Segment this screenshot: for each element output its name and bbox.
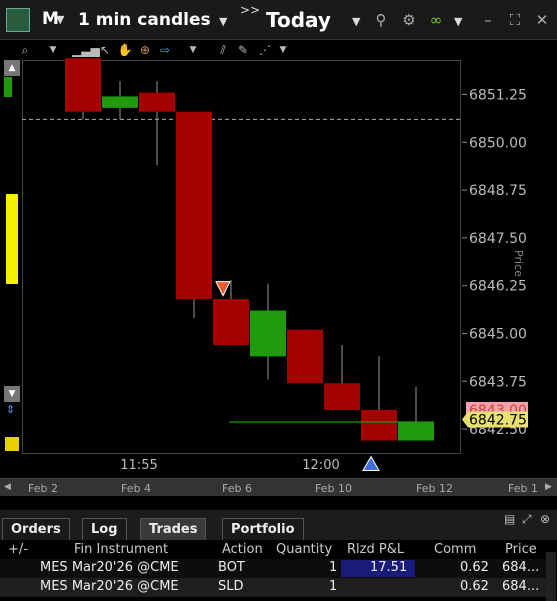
column-header[interactable]: Rlzd P&L (347, 542, 404, 557)
chart-toolbar: ⌕ ▼ ▁▃▅ ↖ ✋ ⊕ ⇨ ▼ ⫽ ✎ ⋰ ▼ (0, 40, 557, 60)
navigator-right-icon[interactable]: ▶ (545, 482, 552, 492)
drawing-icon[interactable]: ⫽ (214, 41, 232, 59)
symbol-dropdown-icon[interactable]: ▼ (56, 13, 64, 26)
time-tick-label: 11:55 (120, 458, 157, 473)
navigator-date-label: Feb 10 (315, 482, 352, 495)
column-header[interactable]: Action (222, 542, 263, 557)
time-tick-label: 12:00 (302, 458, 339, 473)
price-tick-label: 6843.75 (469, 374, 527, 390)
period-dropdown-icon[interactable]: ▼ (219, 15, 227, 28)
candle-body (139, 92, 175, 112)
price-tick-label: 6846.25 (469, 279, 527, 295)
instrument-cell: MES Mar20'26 @CME (40, 579, 179, 594)
maximize-icon[interactable]: ⛶ (505, 10, 525, 30)
link-icon[interactable]: ∞ (426, 10, 446, 30)
action-cell: SLD (218, 579, 244, 594)
pnl-cell: 17.51 (370, 560, 408, 575)
range-forward-icon[interactable]: >> (240, 3, 260, 17)
column-header[interactable]: Price (505, 542, 537, 557)
price-tick-label: 6847.50 (469, 231, 527, 247)
quantity-cell: 1 (329, 579, 338, 594)
quantity-cell: 1 (329, 560, 338, 575)
price-axis-title: Price (512, 250, 525, 277)
period-selector[interactable]: 1 min candles (78, 10, 211, 30)
volume-ladder-strip: ▲ ▼ ⇕ (4, 60, 20, 456)
crosshair-icon[interactable]: ↖ (96, 41, 114, 59)
grid-scrollbar[interactable] (546, 552, 556, 601)
tab-log[interactable]: Log (82, 518, 127, 540)
instrument-cell: MES Mar20'26 @CME (40, 560, 179, 575)
navigator-date-label: Feb 12 (416, 482, 453, 495)
buy-marker (362, 455, 380, 471)
candle-body (65, 58, 101, 112)
price-tick-label: 6845.00 (469, 326, 527, 342)
close-panel-icon[interactable]: ⊗ (540, 512, 556, 528)
minimize-icon[interactable]: – (478, 10, 498, 30)
scroll-up-button[interactable]: ▲ (4, 60, 20, 76)
price-tick-label: 6850.00 (469, 135, 527, 151)
candle-body (361, 409, 397, 441)
navigator-date-label: Feb 4 (121, 482, 151, 495)
range-dropdown-icon[interactable]: ▼ (352, 15, 360, 28)
date-navigator[interactable]: ◀ Feb 2 Feb 4 Feb 6 Feb 10 Feb 12 Feb 1 … (0, 478, 557, 496)
notes-icon[interactable]: ▤ (504, 512, 520, 528)
volume-bar (6, 194, 18, 284)
current-price-label: 6842.75 (469, 413, 527, 429)
candle-body (176, 111, 212, 300)
price-tick-label: 6851.25 (469, 88, 527, 104)
navigator-date-label: Feb 6 (222, 482, 252, 495)
tab-trades[interactable]: Trades (140, 518, 207, 540)
candle-body (102, 96, 138, 108)
candlestick-chart-svg[interactable]: 11:55 12:00 (22, 58, 462, 480)
zoom-dropdown-icon[interactable]: ▼ (44, 41, 62, 59)
price-axis: 6851.25 6850.00 6848.75 6847.50 6846.25 6845.… (462, 60, 557, 456)
pencil-icon[interactable]: ✎ (234, 41, 252, 59)
candle-body (250, 310, 286, 357)
fibonacci-icon[interactable]: ⋰ (256, 41, 274, 59)
navigator-date-label: Feb 2 (28, 482, 58, 495)
scroll-down-button[interactable]: ▼ (4, 386, 20, 402)
link-dropdown-icon[interactable]: ▼ (454, 15, 462, 28)
price-chart[interactable]: 11:55 12:00 (22, 58, 462, 473)
bid-volume-bar (4, 77, 12, 97)
tab-orders[interactable]: Orders (2, 518, 70, 540)
zoom-icon[interactable]: ⌕ (16, 41, 34, 59)
pan-hand-icon[interactable]: ✋ (116, 41, 134, 59)
gear-icon[interactable]: ⚙ (399, 10, 419, 30)
range-selector[interactable]: Today (266, 8, 331, 32)
target-icon[interactable]: ⊕ (136, 41, 154, 59)
candle-body (213, 299, 249, 345)
table-row[interactable]: MES Mar20'26 @CME SLD 1 0.62 684... (0, 578, 546, 597)
drawing-dropdown-icon[interactable]: ▼ (274, 41, 292, 59)
comm-cell: 0.62 (460, 560, 489, 575)
candle-body (324, 383, 360, 410)
chart-app-icon[interactable] (6, 8, 30, 32)
navigator-date-label: Feb 1 (508, 482, 538, 495)
lock-icon[interactable] (5, 437, 19, 451)
detach-icon[interactable]: ⤢ (522, 512, 538, 528)
column-header[interactable]: +/- (8, 542, 28, 557)
tab-portfolio[interactable]: Portfolio (222, 518, 304, 540)
expand-icon[interactable]: ⇕ (6, 403, 18, 419)
bar-type-icon[interactable]: ▁▃▅ (72, 41, 100, 59)
navigator-left-icon[interactable]: ◀ (4, 482, 11, 492)
trades-grid: +/- Fin Instrument Action Quantity Rlzd … (0, 540, 557, 601)
action-cell: BOT (218, 560, 245, 575)
price-cell: 684... (502, 560, 540, 575)
column-header[interactable]: Fin Instrument (74, 542, 168, 557)
price-cell: 684... (502, 579, 540, 594)
arrow-right-icon[interactable]: ⇨ (156, 41, 174, 59)
candle-body (398, 421, 434, 441)
search-icon[interactable]: ⚲ (371, 10, 391, 30)
price-tick-label: 6848.75 (469, 183, 527, 199)
comm-cell: 0.62 (460, 579, 489, 594)
table-row[interactable]: MES Mar20'26 @CME BOT 1 17.51 0.62 684..… (0, 559, 546, 578)
title-bar: M ▼ 1 min candles ▼ >> Today ▼ ⚲ ⚙ ∞ ▼ –… (0, 0, 557, 40)
column-header[interactable]: Comm (434, 542, 476, 557)
column-header[interactable]: Quantity (276, 542, 332, 557)
candle-body (287, 329, 323, 384)
close-icon[interactable]: ✕ (532, 10, 552, 30)
tools-dropdown-icon[interactable]: ▼ (184, 41, 202, 59)
panel-tabs: Orders Log Trades Portfolio (0, 510, 557, 540)
